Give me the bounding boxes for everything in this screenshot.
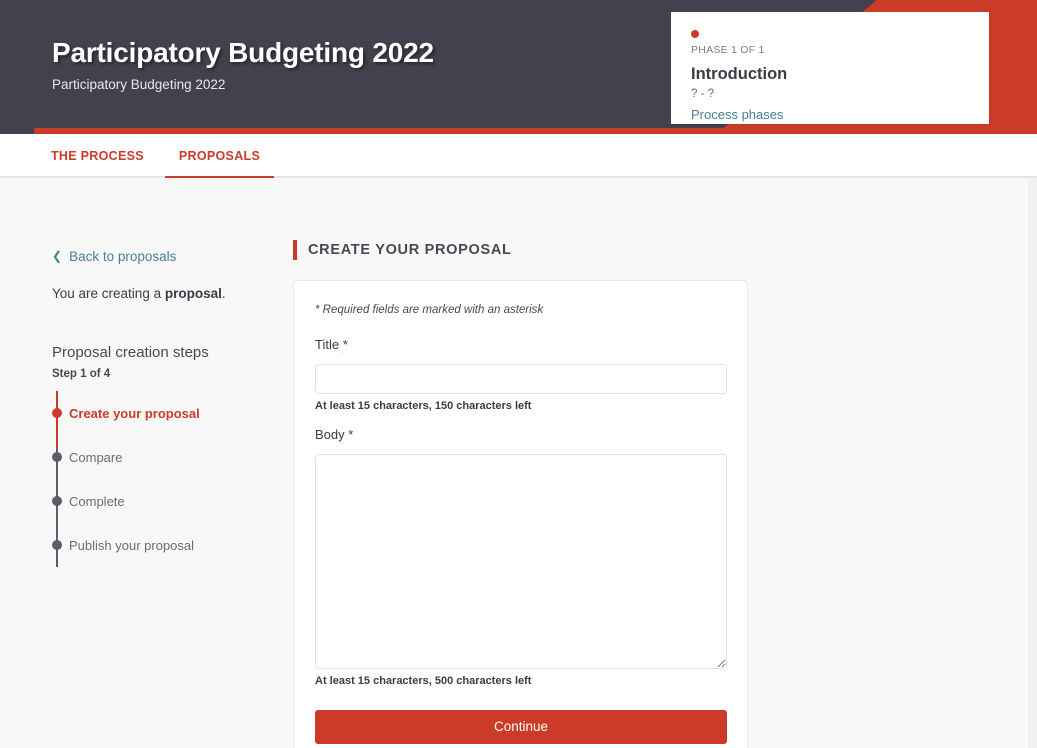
step-compare[interactable]: Compare xyxy=(52,435,267,479)
step-bullet-icon xyxy=(52,540,62,550)
page-title: Participatory Budgeting 2022 xyxy=(52,37,434,68)
page-root: Participatory Budgeting 2022 Participato… xyxy=(0,0,1037,748)
step-bullet-icon xyxy=(52,496,62,506)
steps-list: Create your proposal Compare Complete Pu… xyxy=(52,391,267,567)
phase-card[interactable]: PHASE 1 OF 1 Introduction ? - ? Process … xyxy=(671,12,989,124)
step-label: Compare xyxy=(69,449,123,465)
step-publish-your-proposal[interactable]: Publish your proposal xyxy=(52,523,267,567)
process-phases-link[interactable]: Process phases xyxy=(691,106,969,123)
phase-dates: ? - ? xyxy=(691,88,715,100)
required-asterisk-icon: * xyxy=(348,427,354,442)
status-dot-icon xyxy=(691,30,699,38)
title-label-text: Title xyxy=(315,337,340,352)
back-link-label: Back to proposals xyxy=(69,249,177,264)
step-complete[interactable]: Complete xyxy=(52,479,267,523)
steps-heading: Proposal creation steps xyxy=(52,344,209,361)
tab-proposals[interactable]: Proposals xyxy=(164,134,275,180)
proposal-form-card: * Required fields are marked with an ast… xyxy=(293,280,748,748)
title-ghost-marks: .. xyxy=(340,349,346,356)
phase-name: Introduction xyxy=(691,65,788,83)
step-bullet-icon xyxy=(52,452,62,462)
continue-button[interactable]: Continue xyxy=(315,710,727,744)
body-field-label: Body * .. xyxy=(315,426,727,446)
title-field-label: Title * .. xyxy=(315,336,727,356)
sidebar: ❮ Back to proposals You are creating a p… xyxy=(52,248,267,567)
section-title: Create your proposal xyxy=(308,242,512,258)
creating-note-entity: proposal xyxy=(164,286,222,301)
step-bullet-icon xyxy=(52,408,62,418)
body-textarea[interactable] xyxy=(315,454,727,669)
phase-counter: PHASE 1 OF 1 xyxy=(691,44,765,56)
page-subtitle: Participatory Budgeting 2022 xyxy=(52,77,226,92)
content-area: ❮ Back to proposals You are creating a p… xyxy=(0,178,1037,748)
step-label: Create your proposal xyxy=(69,405,200,421)
tab-bar: The process Proposals xyxy=(0,134,1037,180)
creating-note-prefix: You are creating a xyxy=(52,286,165,301)
title-helper-text: At least 15 characters, 150 characters l… xyxy=(315,400,532,412)
page-scrollbar[interactable] xyxy=(1028,178,1037,748)
main-column: Create your proposal * Required fields a… xyxy=(293,240,748,748)
body-helper-text: At least 15 characters, 500 characters l… xyxy=(315,675,532,687)
title-input[interactable] xyxy=(315,364,727,394)
step-label: Publish your proposal xyxy=(69,537,195,553)
creating-note: You are creating a proposal. xyxy=(52,285,267,303)
hero-text-block: Participatory Budgeting 2022 Participato… xyxy=(52,36,434,93)
steps-counter: Step 1 of 4 xyxy=(52,368,111,380)
chevron-left-icon: ❮ xyxy=(52,249,63,263)
section-heading: Create your proposal xyxy=(293,240,748,260)
section-accent-bar xyxy=(293,240,297,260)
step-label: Complete xyxy=(69,493,125,509)
hero-header: Participatory Budgeting 2022 Participato… xyxy=(0,0,1037,134)
tab-list: The process Proposals xyxy=(51,134,275,180)
body-ghost-marks: .. xyxy=(340,439,346,446)
tab-the-process[interactable]: The process xyxy=(51,134,165,178)
creating-note-suffix: . xyxy=(221,286,226,301)
back-to-proposals-link[interactable]: ❮ Back to proposals xyxy=(52,248,267,266)
step-create-your-proposal[interactable]: Create your proposal xyxy=(52,391,267,435)
required-fields-note: * Required fields are marked with an ast… xyxy=(315,304,544,316)
